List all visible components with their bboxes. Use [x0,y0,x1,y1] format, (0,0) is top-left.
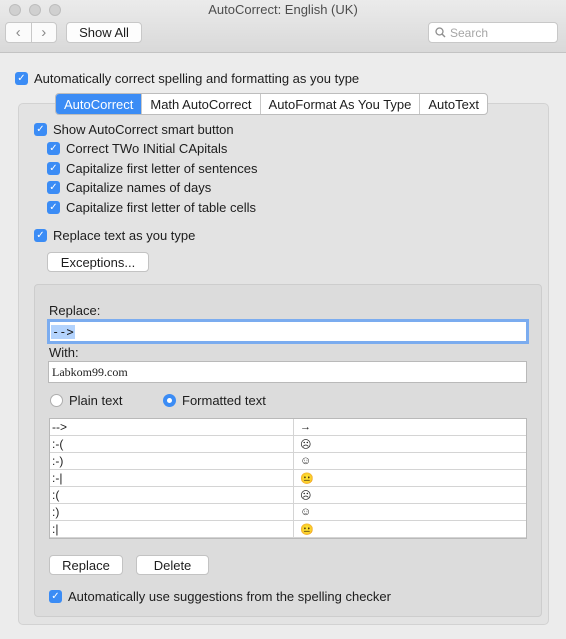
formatted-text-radio[interactable]: Formatted text [163,393,266,408]
tab-bar: AutoCorrect Math AutoCorrect AutoFormat … [55,93,488,115]
option-capitalize-days[interactable]: ✓ Capitalize names of days [47,180,211,195]
exceptions-button[interactable]: Exceptions... [47,252,149,272]
search-icon [435,27,446,38]
delete-button[interactable]: Delete [136,555,209,575]
tab-math-autocorrect[interactable]: Math AutoCorrect [141,94,259,114]
window-title: AutoCorrect: English (UK) [208,2,358,17]
spelling-suggestions-label: Automatically use suggestions from the s… [68,589,391,604]
plain-text-label: Plain text [69,393,123,408]
table-row[interactable] [50,538,526,539]
checkbox-checked-icon[interactable]: ✓ [47,142,60,155]
checkbox-checked-icon[interactable]: ✓ [47,201,60,214]
with-cell [294,538,526,539]
title-bar: AutoCorrect: English (UK) ‹ › Show All S… [0,0,566,53]
spelling-suggestions-option[interactable]: ✓ Automatically use suggestions from the… [49,589,391,604]
with-cell: → [300,421,311,433]
replace-cell: :-) [50,453,294,469]
chevron-right-icon: › [41,24,47,41]
replace-cell: --> [50,419,294,435]
replace-input[interactable]: --> [47,319,529,344]
with-cell: ☺ [300,455,312,467]
with-cell: 😐 [300,523,314,536]
with-input[interactable]: Labkom99.com [48,361,527,383]
back-button[interactable]: ‹ [6,23,31,42]
checkbox-checked-icon[interactable]: ✓ [15,72,28,85]
tab-autoformat[interactable]: AutoFormat As You Type [259,94,420,114]
with-value: Labkom99.com [52,364,128,379]
tab-autocorrect[interactable]: AutoCorrect [56,94,142,114]
replace-text-option[interactable]: ✓ Replace text as you type [34,228,195,243]
option-label: Correct TWo INitial CApitals [66,141,228,156]
replace-cell: :-( [50,436,294,452]
chevron-left-icon: ‹ [15,24,21,41]
option-label: Capitalize first letter of sentences [66,161,258,176]
auto-correct-option[interactable]: ✓ Automatically correct spelling and for… [15,71,359,86]
checkbox-checked-icon[interactable]: ✓ [34,229,47,242]
option-two-initial-capitals[interactable]: ✓ Correct TWo INitial CApitals [47,141,227,156]
smart-button-label: Show AutoCorrect smart button [53,122,234,137]
smart-button-option[interactable]: ✓ Show AutoCorrect smart button [34,122,234,137]
replace-cell [50,538,294,539]
plain-text-radio[interactable]: Plain text [50,393,122,408]
search-placeholder: Search [450,25,489,40]
checkbox-checked-icon[interactable]: ✓ [34,123,47,136]
with-cell: ☺ [300,506,312,518]
table-row[interactable]: :-| 😐 [50,470,526,487]
replace-cell: :-| [50,470,294,486]
checkbox-checked-icon[interactable]: ✓ [49,590,62,603]
table-row[interactable]: :| 😐 [50,521,526,538]
with-cell: ☹ [300,489,312,502]
replace-text-label: Replace text as you type [53,228,196,243]
option-capitalize-table-cells[interactable]: ✓ Capitalize first letter of table cells [47,200,256,215]
table-row[interactable]: :-) ☺ [50,453,526,470]
replace-cell: :| [50,521,294,537]
with-label: With: [49,345,79,360]
option-label: Capitalize names of days [66,180,212,195]
replace-cell: :( [50,487,294,503]
radio-selected-icon[interactable] [163,394,176,407]
with-cell: 😐 [300,472,314,485]
table-row[interactable]: --> → [50,419,526,436]
formatted-text-label: Formatted text [182,393,266,408]
table-row[interactable]: :-( ☹ [50,436,526,453]
forward-button[interactable]: › [30,23,57,42]
navigation-buttons: ‹ › [5,22,57,43]
replace-label: Replace: [49,303,101,318]
table-row[interactable]: :) ☺ [50,504,526,521]
replace-button[interactable]: Replace [49,555,123,575]
checkbox-checked-icon[interactable]: ✓ [47,181,60,194]
option-capitalize-sentences[interactable]: ✓ Capitalize first letter of sentences [47,161,257,176]
checkbox-checked-icon[interactable]: ✓ [47,162,60,175]
radio-unselected-icon[interactable] [50,394,63,407]
table-row[interactable]: :( ☹ [50,487,526,504]
replacement-table[interactable]: --> → :-( ☹ :-) ☺ :-| 😐 :( ☹ :) ☺ :| 😐 [49,418,527,539]
replace-value: --> [51,324,75,339]
replace-cell: :) [50,504,294,520]
search-field[interactable]: Search [428,22,558,43]
tab-autotext[interactable]: AutoText [419,94,487,114]
with-cell: ☹ [300,438,312,451]
auto-correct-label: Automatically correct spelling and forma… [34,71,360,86]
option-label: Capitalize first letter of table cells [66,200,257,215]
show-all-button[interactable]: Show All [66,22,142,43]
